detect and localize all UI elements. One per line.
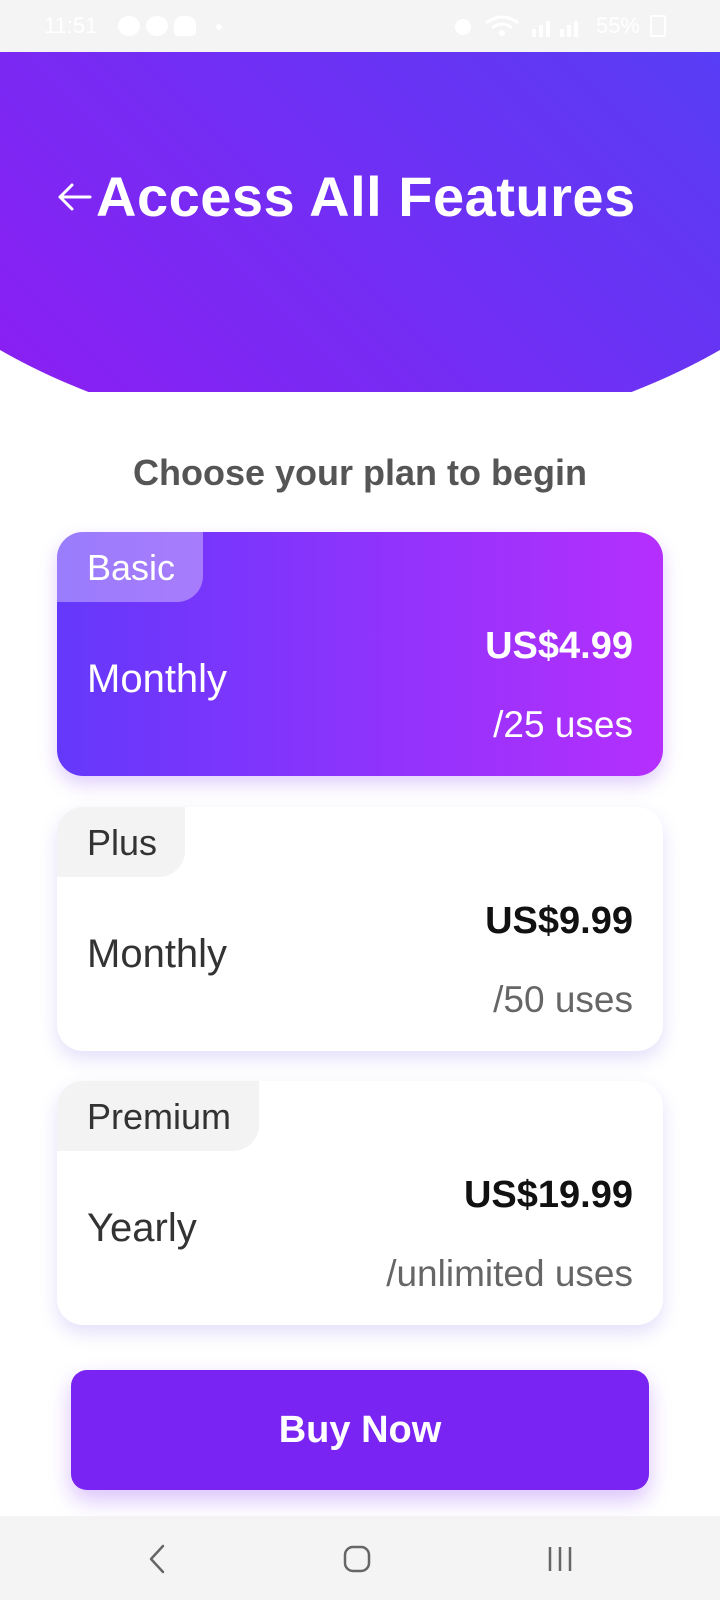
person-icon <box>174 16 196 36</box>
plan-period: Yearly <box>87 1206 197 1250</box>
plan-tag: Premium <box>57 1081 260 1151</box>
app-screen: 11:51 55% Access All Features Choose you… <box>0 0 720 1600</box>
plan-uses: /50 uses <box>493 979 633 1020</box>
plan-card-premium[interactable]: Premium Yearly US$19.99 /unlimited uses <box>57 1081 663 1325</box>
recents-icon[interactable] <box>545 1542 575 1576</box>
plan-period: Monthly <box>87 932 228 976</box>
plan-price: US$19.99 <box>463 1174 633 1216</box>
plan-card-plus[interactable]: Plus Monthly US$9.99 /50 uses <box>57 807 663 1051</box>
plan-uses: /25 uses <box>493 704 633 745</box>
plan-period: Monthly <box>87 657 228 701</box>
messenger-icon <box>146 16 168 36</box>
arrow-left-icon[interactable] <box>54 177 94 217</box>
chat-bubble-icon <box>118 16 140 36</box>
header: Access All Features <box>0 52 720 392</box>
plan-tag: Plus <box>57 807 186 877</box>
wifi-icon <box>485 15 519 36</box>
status-time: 11:51 <box>44 13 98 38</box>
plan-price: US$9.99 <box>485 900 633 942</box>
plan-card-basic[interactable]: Basic Monthly US$4.99 /25 uses <box>57 532 663 776</box>
battery-icon <box>650 15 666 37</box>
status-bar: 11:51 55% <box>0 0 720 52</box>
system-icons: 55% <box>452 13 666 39</box>
signal-icon <box>531 21 578 37</box>
page-title: Access All Features <box>96 165 636 228</box>
back-chevron-icon[interactable] <box>145 1542 169 1576</box>
alarm-icon <box>454 19 471 35</box>
buy-now-button[interactable]: Buy Now <box>71 1370 649 1490</box>
home-icon[interactable] <box>342 1542 372 1576</box>
plan-tag: Basic <box>57 532 204 602</box>
dot-icon <box>216 24 222 30</box>
plan-uses: /unlimited uses <box>386 1253 633 1294</box>
battery-percent: 55% <box>595 13 640 38</box>
plan-subtitle: Choose your plan to begin <box>132 452 587 493</box>
navigation-bar <box>0 1516 720 1600</box>
notification-icons <box>118 16 222 36</box>
plan-price: US$4.99 <box>485 625 633 667</box>
